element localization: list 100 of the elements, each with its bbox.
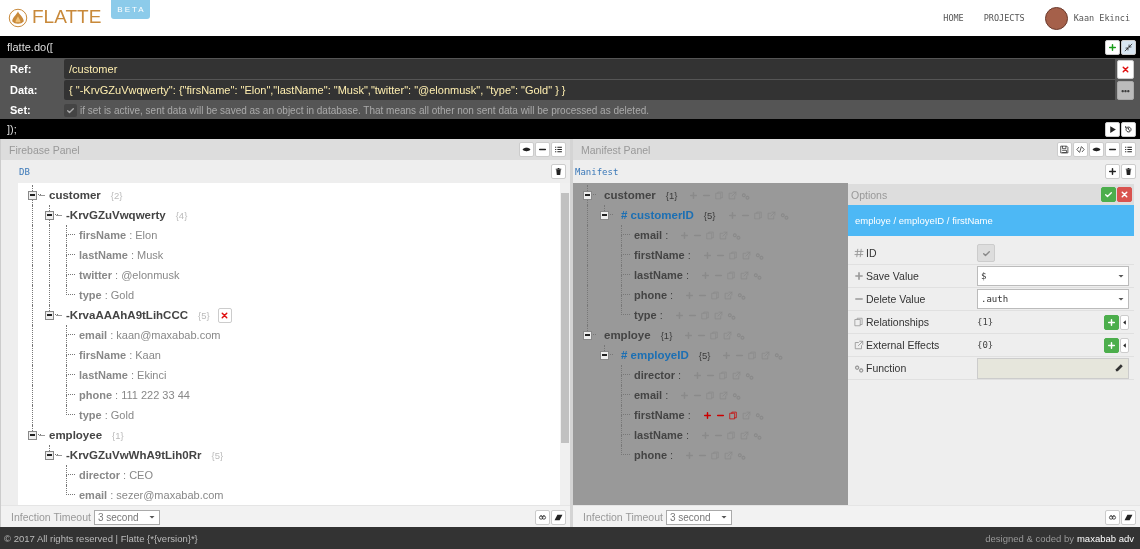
node-key[interactable]: phone : bbox=[634, 289, 674, 301]
expand-button[interactable] bbox=[1120, 337, 1129, 353]
collapse-toggle[interactable] bbox=[28, 430, 37, 440]
node-key[interactable]: lastName : bbox=[634, 269, 690, 281]
child-count: {1} bbox=[660, 329, 673, 341]
nav-link[interactable]: PROJECTS bbox=[983, 13, 1025, 23]
option-label: ID bbox=[866, 247, 877, 259]
node-key[interactable]: email : bbox=[634, 229, 669, 241]
node-value: phone : 111 222 33 44 bbox=[79, 389, 190, 401]
trash-icon bbox=[554, 167, 563, 176]
confirm-button[interactable] bbox=[1101, 187, 1116, 202]
collapse-toggle[interactable] bbox=[600, 350, 609, 360]
option-label: External Effects bbox=[866, 339, 940, 351]
collapse-toggle[interactable] bbox=[583, 190, 592, 200]
eye-icon bbox=[1092, 145, 1101, 154]
root-label: DB bbox=[19, 166, 30, 177]
option-label: Function bbox=[866, 362, 907, 374]
add-button[interactable] bbox=[1105, 39, 1120, 55]
input-field[interactable]: { "-KrvGZuVwqwerty": {"firsName": "Elon","lastName": "Musk","twitter": "@elonmusk", "type": "Gold" } } bbox=[64, 80, 1115, 100]
plus-icon bbox=[1107, 340, 1116, 350]
external-icon bbox=[854, 340, 864, 350]
collapse-toggle[interactable] bbox=[45, 310, 54, 320]
play-icon bbox=[1108, 124, 1117, 134]
checkbox[interactable] bbox=[977, 244, 995, 262]
value-select[interactable]: $ bbox=[977, 266, 1129, 286]
link-button[interactable] bbox=[535, 509, 550, 525]
panel-title: Manifest Panel bbox=[581, 143, 651, 156]
plus-icon bbox=[1107, 317, 1116, 327]
close-icon bbox=[220, 310, 230, 320]
floppy-icon bbox=[1060, 145, 1069, 154]
panel-title: Firebase Panel bbox=[9, 143, 80, 156]
plus-icon[interactable] bbox=[702, 410, 712, 420]
minimize-button[interactable] bbox=[535, 142, 550, 157]
run-button[interactable] bbox=[1105, 121, 1120, 137]
collapse-toggle[interactable] bbox=[45, 210, 54, 220]
collapse-toggle[interactable] bbox=[583, 330, 592, 340]
collapse-toggle[interactable] bbox=[28, 190, 37, 200]
link-button[interactable] bbox=[1105, 509, 1120, 525]
history-button[interactable] bbox=[1121, 121, 1136, 137]
hash-icon bbox=[854, 248, 864, 258]
checkbox[interactable] bbox=[64, 103, 77, 117]
minimize-button[interactable] bbox=[1105, 142, 1120, 157]
side-button[interactable] bbox=[1117, 59, 1134, 79]
timeout-select[interactable]: 3 second bbox=[93, 509, 160, 525]
view-button[interactable] bbox=[519, 142, 534, 157]
option-label: Save Value bbox=[866, 270, 919, 282]
link-icon bbox=[538, 512, 547, 522]
remove-button[interactable] bbox=[217, 307, 232, 323]
node-key[interactable]: -KrvGZuVwqwerty bbox=[66, 209, 166, 221]
eraser-button[interactable] bbox=[1121, 509, 1136, 525]
timeout-label: Infection Timeout bbox=[11, 511, 91, 523]
delete-button[interactable] bbox=[1121, 164, 1136, 179]
collapse-toggle[interactable] bbox=[600, 210, 609, 220]
plus-icon bbox=[1108, 42, 1117, 52]
value-select[interactable]: .auth bbox=[977, 289, 1129, 309]
node-key[interactable]: -KrvGZuVwWhA9tLih0Rr bbox=[66, 449, 202, 461]
node-key[interactable]: firstName : bbox=[634, 409, 691, 421]
child-count: {2} bbox=[110, 189, 123, 201]
node-key[interactable]: type : bbox=[634, 309, 663, 321]
nav-link[interactable]: HOME bbox=[943, 13, 964, 23]
compress-button[interactable] bbox=[1121, 39, 1136, 55]
function-field[interactable] bbox=[977, 357, 1129, 379]
list-button[interactable] bbox=[551, 142, 566, 157]
field-label: Ref: bbox=[9, 63, 33, 75]
node-key[interactable]: director : bbox=[634, 369, 682, 381]
add-button[interactable] bbox=[1105, 164, 1120, 179]
node-value: firsName : Elon bbox=[79, 229, 158, 241]
caret-icon bbox=[1117, 295, 1125, 303]
node-key[interactable]: customer bbox=[604, 189, 656, 201]
node-key[interactable]: firstName : bbox=[634, 249, 691, 261]
node-key[interactable]: email : bbox=[634, 389, 669, 401]
scrollbar[interactable] bbox=[560, 183, 570, 505]
avatar[interactable] bbox=[1044, 6, 1068, 30]
eraser-button[interactable] bbox=[551, 509, 566, 525]
trash-icon bbox=[1124, 167, 1133, 176]
node-key[interactable]: phone : bbox=[634, 449, 674, 461]
node-key[interactable]: employe bbox=[604, 329, 651, 341]
check-icon bbox=[981, 248, 991, 258]
child-count: {5} bbox=[703, 209, 716, 221]
side-button[interactable] bbox=[1117, 80, 1134, 100]
input-field[interactable]: /customer bbox=[64, 59, 1115, 79]
node-value: lastName : Musk bbox=[79, 249, 164, 261]
node-key[interactable]: -KrvaAAAhA9tLihCCC bbox=[66, 309, 189, 321]
view-button[interactable] bbox=[1089, 142, 1104, 157]
collapse-toggle[interactable] bbox=[45, 450, 54, 460]
node-key[interactable]: employee bbox=[49, 429, 103, 441]
expand-button[interactable] bbox=[1120, 314, 1129, 330]
user-name[interactable]: Kaan Ekinci bbox=[1073, 13, 1130, 23]
node-key[interactable]: customer bbox=[49, 189, 101, 201]
copy-icon[interactable] bbox=[728, 410, 738, 420]
author-link[interactable]: maxabab adv bbox=[1076, 532, 1134, 544]
link-icon bbox=[1108, 512, 1117, 522]
cancel-button[interactable] bbox=[1117, 187, 1132, 202]
code-button[interactable] bbox=[1073, 142, 1088, 157]
delete-button[interactable] bbox=[551, 164, 566, 179]
save-button[interactable] bbox=[1057, 142, 1072, 157]
timeout-select[interactable]: 3 second bbox=[665, 509, 732, 525]
code-icon bbox=[1076, 145, 1085, 154]
list-button[interactable] bbox=[1121, 142, 1136, 157]
node-key[interactable]: lastName : bbox=[634, 429, 690, 441]
